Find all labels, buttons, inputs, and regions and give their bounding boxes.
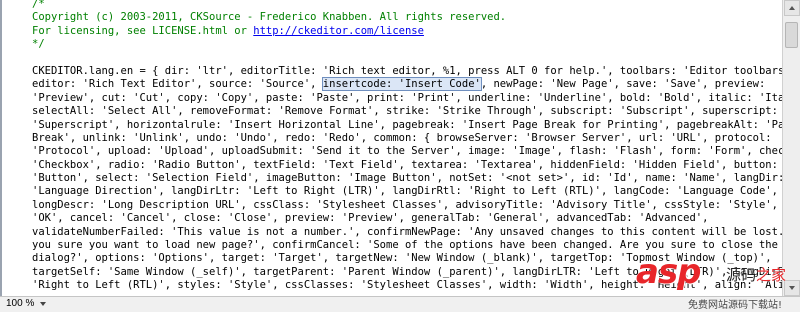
code-line[interactable]: 'Superscript', horizontalrule: 'Insert H… xyxy=(32,119,782,132)
code-text: editor: 'Rich Text Editor', source: 'Sou… xyxy=(32,78,323,91)
code-line[interactable]: editor: 'Rich Text Editor', source: 'Sou… xyxy=(32,77,782,92)
scrollbar-thumb[interactable] xyxy=(785,22,798,48)
code-line[interactable]: 'Right to Left (RTL)', styles: 'Style', … xyxy=(32,279,782,292)
code-text: For licensing, see LICENSE.html or xyxy=(32,24,254,37)
code-text: dialog?', options: 'Options', target: 'T… xyxy=(32,252,772,265)
code-text: selectAll: 'Select All', removeFormat: '… xyxy=(32,105,778,118)
source-code[interactable]: /* Copyright (c) 2003-2011, CKSource - Fr… xyxy=(32,0,782,293)
code-line[interactable]: selectAll: 'Select All', removeFormat: '… xyxy=(32,105,782,118)
code-text: /* xyxy=(32,0,45,10)
code-line[interactable]: 'Protocol', upload: 'Upload', uploadSubm… xyxy=(32,145,782,158)
code-text: 'Button', select: 'Selection Field', ima… xyxy=(32,172,782,185)
editor-viewport[interactable]: /* Copyright (c) 2003-2011, CKSource - Fr… xyxy=(2,0,782,296)
status-bar: 100 % xyxy=(0,296,800,312)
code-line[interactable]: For licensing, see LICENSE.html or http:… xyxy=(32,25,782,38)
code-text: 'Protocol', upload: 'Upload', uploadSubm… xyxy=(32,145,782,158)
code-text: you sure you want to load new page?', co… xyxy=(32,239,778,252)
code-text: longDescr: 'Long Description URL', cssCl… xyxy=(32,198,782,211)
arrow-down-icon xyxy=(789,286,795,290)
zoom-dropdown-icon[interactable] xyxy=(40,302,46,306)
code-line[interactable] xyxy=(32,52,782,65)
code-line[interactable]: 'Preview', cut: 'Cut', copy: 'Copy', pas… xyxy=(32,92,782,105)
code-line[interactable]: dialog?', options: 'Options', target: 'T… xyxy=(32,252,782,265)
code-line[interactable]: targetSelf: 'Same Window (_self)', targe… xyxy=(32,266,782,279)
selected-text[interactable]: insertcode: 'Insert Code' xyxy=(321,77,482,92)
code-line[interactable]: Break', unlink: 'Unlink', undo: 'Undo', … xyxy=(32,132,782,145)
scroll-up-button[interactable] xyxy=(784,0,800,16)
license-link[interactable]: http://ckeditor.com/license xyxy=(253,25,424,37)
code-line[interactable]: longDescr: 'Long Description URL', cssCl… xyxy=(32,199,782,212)
code-text: , newPage: 'New Page', save: 'Save', pre… xyxy=(480,78,766,91)
code-text: */ xyxy=(32,38,45,51)
code-text: 'Preview', cut: 'Cut', copy: 'Copy', pas… xyxy=(32,91,782,104)
code-text: Break', unlink: 'Unlink', undo: 'Undo', … xyxy=(32,131,772,144)
code-text: CKEDITOR.lang.en = { dir: 'ltr', editorT… xyxy=(32,64,782,77)
code-text: 'Language Direction', langDirLtr: 'Left … xyxy=(32,185,778,198)
code-line[interactable]: Copyright (c) 2003-2011, CKSource - Fred… xyxy=(32,11,782,24)
code-text: targetSelf: 'Same Window (_self)', targe… xyxy=(32,265,782,278)
code-line[interactable]: 'Button', select: 'Selection Field', ima… xyxy=(32,172,782,185)
code-line[interactable]: you sure you want to load new page?', co… xyxy=(32,239,782,252)
code-text: 'OK', cancel: 'Cancel', close: 'Close', … xyxy=(32,212,709,225)
code-text: 'Right to Left (RTL)', styles: 'Style', … xyxy=(32,279,782,292)
code-text: 'Checkbox', radio: 'Radio Button', textF… xyxy=(32,158,778,171)
scroll-down-button[interactable] xyxy=(784,280,800,296)
arrow-up-icon xyxy=(789,6,795,10)
code-line[interactable]: validateNumberFailed: 'This value is not… xyxy=(32,226,782,239)
code-text: Copyright (c) 2003-2011, CKSource - Fred… xyxy=(32,11,507,24)
zoom-level[interactable]: 100 % xyxy=(6,298,34,309)
code-line[interactable]: /* xyxy=(32,0,782,11)
code-text: validateNumberFailed: 'This value is not… xyxy=(32,225,782,238)
code-line[interactable]: 'Language Direction', langDirLtr: 'Left … xyxy=(32,185,782,198)
code-text: 'Superscript', horizontalrule: 'Insert H… xyxy=(32,118,782,131)
code-line[interactable]: CKEDITOR.lang.en = { dir: 'ltr', editorT… xyxy=(32,65,782,78)
vertical-scrollbar[interactable] xyxy=(782,0,800,296)
code-line[interactable]: */ xyxy=(32,38,782,51)
code-line[interactable]: 'Checkbox', radio: 'Radio Button', textF… xyxy=(32,159,782,172)
code-line[interactable]: 'OK', cancel: 'Cancel', close: 'Close', … xyxy=(32,212,782,225)
